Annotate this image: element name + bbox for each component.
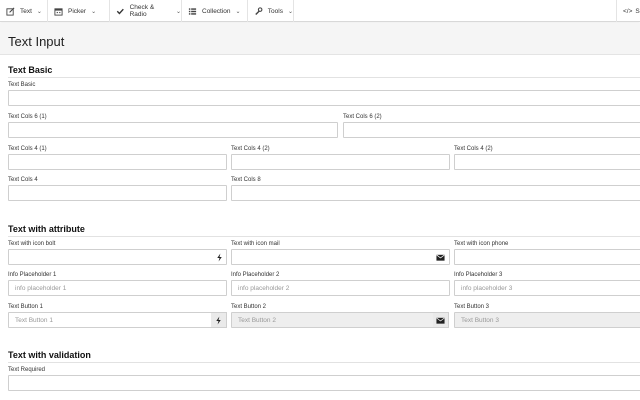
nav-picker-menu[interactable]: Picker ⌄ [48, 0, 110, 22]
section-title-attribute: Text with attribute [8, 224, 85, 234]
divider [8, 362, 640, 363]
divider [8, 77, 640, 78]
text-cols8-input[interactable] [231, 185, 640, 201]
text-cols4-1-label: Text Cols 4 (1) [8, 146, 47, 152]
nav-check-radio-menu[interactable]: Check & Radio ⌄ [110, 0, 182, 22]
icon-mail-label: Text with icon mail [231, 241, 280, 247]
text-cols8-label: Text Cols 8 [231, 177, 261, 183]
chevron-down-icon: ⌄ [235, 8, 241, 15]
icon-bolt-label: Text with icon bolt [8, 241, 56, 247]
text-cols4-2-input[interactable] [231, 154, 450, 170]
text-cols4-2-label: Text Cols 4 (2) [231, 146, 270, 152]
top-navbar: Text ⌄ Picker ⌄ Check & Radio ⌄ Collecti… [0, 0, 640, 22]
text-button-3-input: Text Button 3 [454, 312, 640, 328]
bolt-button[interactable] [211, 312, 227, 328]
chevron-down-icon: ⌄ [175, 8, 181, 15]
info-placeholder-1-input[interactable]: info placeholder 1 [8, 280, 227, 296]
nav-tools-label: Tools [267, 7, 283, 15]
info-placeholder-3-label: Info Placeholder 3 [454, 272, 503, 278]
nav-check-radio-label: Check & Radio [129, 4, 155, 18]
page-title: Text Input [8, 34, 65, 49]
code-icon: </> [623, 7, 633, 15]
text-cols6-2-input[interactable] [343, 122, 640, 138]
nav-picker-label: Picker [68, 7, 87, 15]
text-cols4-label: Text Cols 4 [8, 177, 38, 183]
text-cols4-input[interactable] [8, 185, 227, 201]
chevron-down-icon: ⌄ [36, 8, 42, 15]
text-cols4-3-input[interactable] [454, 154, 640, 170]
icon-phone-input[interactable] [454, 249, 640, 265]
icon-bolt-input[interactable] [8, 249, 227, 265]
text-cols6-2-label: Text Cols 6 (2) [343, 114, 382, 120]
info-placeholder-3-input[interactable]: info placeholder 3 [454, 280, 640, 296]
info-placeholder-2-input[interactable]: info placeholder 2 [231, 280, 450, 296]
info-placeholder-1-label: Info Placeholder 1 [8, 272, 57, 278]
nav-tools-menu[interactable]: Tools ⌄ [248, 0, 294, 22]
text-basic-label: Text Basic [8, 82, 36, 88]
text-button-3-label: Text Button 3 [454, 304, 490, 310]
nav-collection-menu[interactable]: Collection ⌄ [182, 0, 248, 22]
icon-mail-input[interactable] [231, 249, 450, 265]
calendar-icon [54, 7, 63, 16]
text-cols4-3-label: Text Cols 4 (2) [454, 146, 493, 152]
icon-phone-label: Text with icon phone [454, 241, 509, 247]
mail-button[interactable] [433, 312, 449, 328]
text-button-2-label: Text Button 2 [231, 304, 267, 310]
text-required-label: Text Required [8, 367, 46, 373]
section-title-basic: Text Basic [8, 65, 53, 75]
text-required-input[interactable] [8, 375, 640, 391]
list-icon [188, 7, 197, 16]
nav-collection-label: Collection [202, 7, 231, 15]
divider [8, 236, 640, 237]
bolt-icon [216, 315, 221, 325]
pencil-square-icon [6, 7, 15, 16]
section-title-validation: Text with validation [8, 350, 91, 360]
wrench-icon [254, 6, 263, 16]
text-basic-input[interactable] [8, 90, 640, 106]
chevron-down-icon: ⌄ [287, 8, 293, 15]
chevron-down-icon: ⌄ [91, 8, 97, 15]
nav-text-menu[interactable]: Text ⌄ [0, 0, 48, 22]
text-cols4-1-input[interactable] [8, 154, 227, 170]
text-button-1-input[interactable]: Text Button 1 [8, 312, 212, 328]
text-button-1-label: Text Button 1 [8, 304, 44, 310]
mail-icon [436, 317, 445, 324]
mail-icon [432, 249, 448, 265]
page-header: Text Input [0, 23, 640, 55]
text-button-2-input: Text Button 2 [231, 312, 434, 328]
bolt-icon [211, 249, 227, 265]
text-cols6-1-input[interactable] [8, 122, 338, 138]
nav-source-label: S [635, 7, 640, 15]
text-cols6-1-label: Text Cols 6 (1) [8, 114, 47, 120]
checkmark-icon [116, 7, 125, 16]
nav-source-button[interactable]: </> S [616, 0, 640, 22]
info-placeholder-2-label: Info Placeholder 2 [231, 272, 280, 278]
nav-text-label: Text [20, 7, 32, 15]
